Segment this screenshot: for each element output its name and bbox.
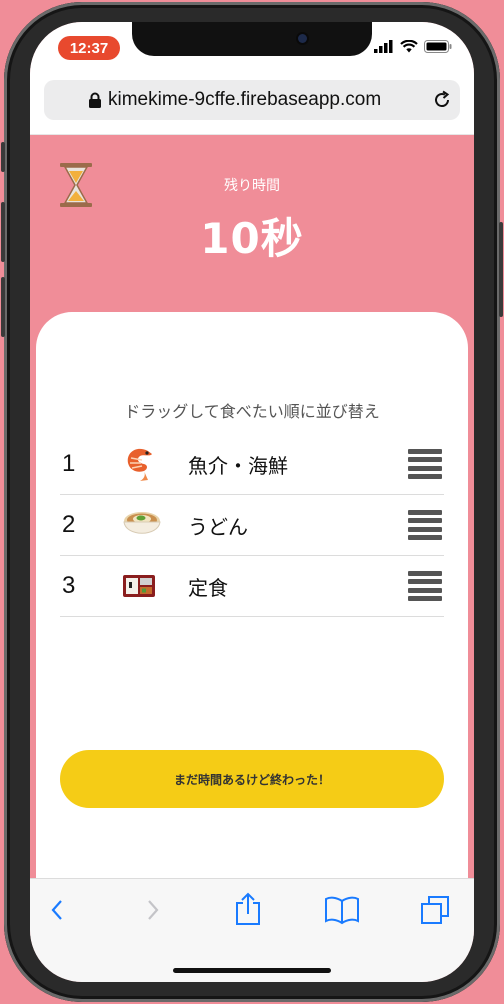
ranking-list: 1 魚介・海鮮 2 うどん 3 定食 — [60, 434, 444, 617]
screen: 12:37 kimekime-9cffe.firebaseapp.com 残り時… — [30, 22, 474, 982]
drag-handle-icon[interactable] — [408, 449, 442, 479]
power-button — [499, 222, 503, 317]
volume-down-button — [1, 277, 5, 337]
udon-bowl-icon — [123, 512, 161, 534]
drag-handle-icon[interactable] — [408, 571, 442, 601]
notch — [132, 22, 372, 56]
drag-handle-icon[interactable] — [408, 510, 442, 540]
browser-address-area: kimekime-9cffe.firebaseapp.com — [30, 72, 474, 135]
wifi-icon — [400, 40, 418, 53]
reload-icon[interactable] — [432, 90, 452, 110]
url-text: kimekime-9cffe.firebaseapp.com — [108, 89, 382, 110]
rank-number: 3 — [62, 572, 76, 599]
bento-icon — [123, 575, 155, 597]
home-indicator — [173, 968, 331, 973]
share-icon[interactable] — [234, 891, 262, 927]
front-camera — [298, 34, 307, 43]
ranking-label: 定食 — [188, 575, 228, 600]
timer-header: 残り時間 10秒 — [30, 135, 474, 335]
status-icons — [374, 40, 452, 53]
ranking-row-1[interactable]: 1 魚介・海鮮 — [60, 434, 444, 495]
status-time[interactable]: 12:37 — [58, 36, 120, 60]
shrimp-icon — [127, 448, 152, 481]
safari-toolbar — [30, 878, 474, 982]
instruction-text: ドラッグして食べたい順に並び替え — [124, 402, 380, 421]
bookmarks-icon[interactable] — [324, 895, 360, 925]
remaining-time-value: 10秒 — [200, 214, 304, 263]
mute-switch — [1, 142, 5, 172]
ranking-row-3[interactable]: 3 定食 — [60, 556, 444, 617]
tabs-icon[interactable] — [420, 895, 452, 925]
status-bar: 12:37 — [30, 22, 474, 72]
back-icon[interactable] — [48, 895, 68, 925]
volume-up-button — [1, 202, 5, 262]
lock-icon — [89, 92, 101, 108]
ranking-card: ドラッグして食べたい順に並び替え 1 魚介・海鮮 2 うどん 3 定食 まだ時間… — [36, 312, 468, 912]
cellular-signal-icon — [374, 40, 393, 53]
ranking-row-2[interactable]: 2 うどん — [60, 495, 444, 556]
forward-icon[interactable] — [142, 895, 162, 925]
rank-number: 1 — [62, 450, 76, 477]
address-bar[interactable]: kimekime-9cffe.firebaseapp.com — [44, 80, 460, 120]
remaining-time-label: 残り時間 — [224, 178, 280, 194]
rank-number: 2 — [62, 511, 76, 538]
battery-icon — [424, 40, 452, 53]
ranking-label: 魚介・海鮮 — [188, 453, 288, 478]
ranking-label: うどん — [188, 514, 248, 539]
finish-early-button[interactable]: まだ時間あるけど終わった！ — [60, 750, 444, 808]
